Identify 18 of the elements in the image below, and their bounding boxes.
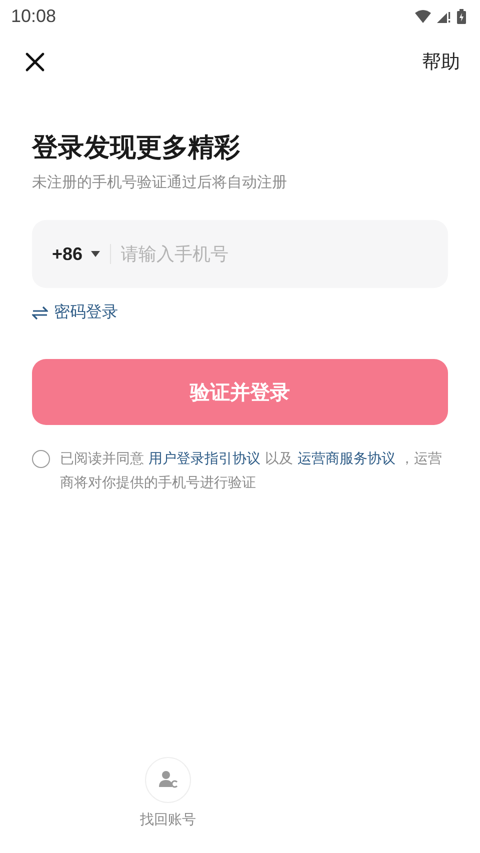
page-title: 登录发现更多精彩 [32, 132, 241, 165]
password-login-link[interactable]: 密码登录 [32, 302, 118, 323]
agreement-link[interactable]: 运营商服务协议 [297, 451, 396, 467]
signal-icon [437, 10, 451, 22]
caret-icon [90, 251, 100, 257]
wifi-icon [415, 10, 431, 22]
user-icon [158, 770, 178, 790]
agreement-link[interactable]: 用户登录指引协议 [148, 451, 260, 467]
swap-icon [32, 306, 48, 320]
close-icon[interactable] [24, 51, 46, 73]
phone-field[interactable]: +86 请输入手机号 [32, 220, 448, 288]
battery-icon [457, 8, 466, 24]
country-code-selector[interactable]: +86 [52, 244, 111, 264]
page-subtitle: 未注册的手机号验证通过后将自动注册 [32, 173, 288, 192]
agreement-text: 已阅读并同意 用户登录指引协议 以及 运营商服务协议 ，运营商将对你提供的手机号进行验证 [60, 450, 443, 493]
status-time: 10:08 [11, 6, 56, 26]
agree-radio[interactable] [32, 450, 50, 468]
help-link[interactable]: 帮助 [422, 49, 460, 75]
